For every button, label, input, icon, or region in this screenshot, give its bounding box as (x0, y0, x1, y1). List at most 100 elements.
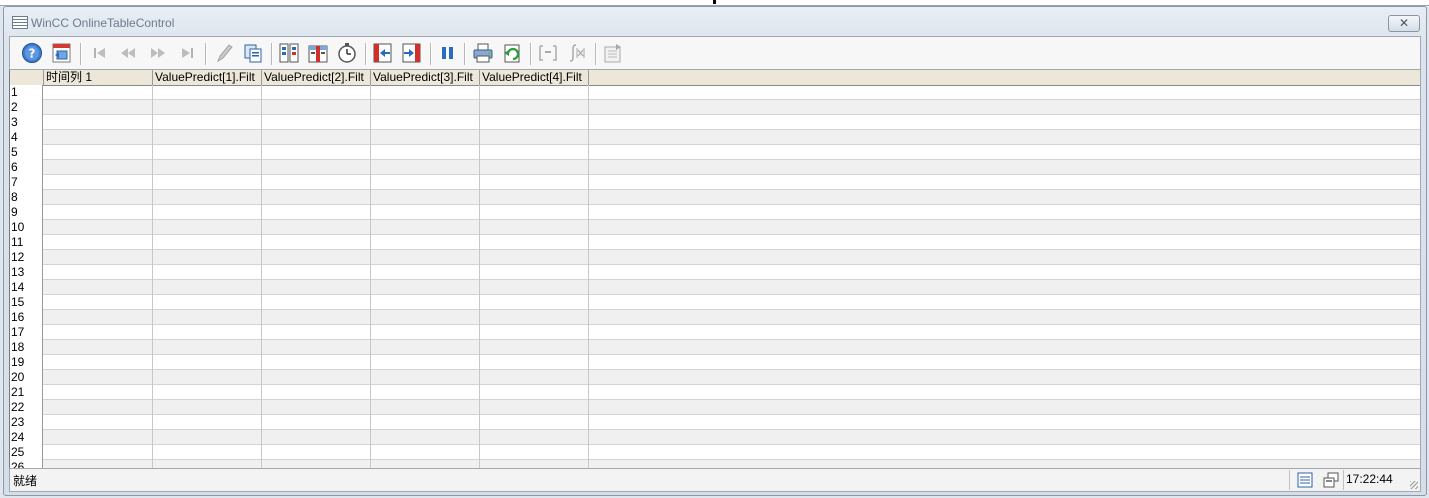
table-row[interactable]: 19 (10, 355, 1420, 370)
export-statistics-button[interactable] (602, 42, 624, 64)
table-row[interactable]: 14 (10, 280, 1420, 295)
row-number[interactable]: 18 (10, 340, 43, 355)
row-number[interactable]: 17 (10, 325, 43, 340)
table-row[interactable]: 25 (10, 445, 1420, 460)
print-button[interactable] (472, 42, 494, 64)
row-number[interactable]: 22 (10, 400, 43, 415)
row-number[interactable]: 19 (10, 355, 43, 370)
table-row[interactable]: 12 (10, 250, 1420, 265)
row-number[interactable]: 23 (10, 415, 43, 430)
row-number[interactable]: 24 (10, 430, 43, 445)
table-row[interactable]: 7 (10, 175, 1420, 190)
configure-dialog-icon (52, 43, 71, 63)
row-number[interactable]: 12 (10, 250, 43, 265)
column-divider (370, 85, 371, 468)
first-record-button[interactable] (89, 42, 111, 64)
row-number[interactable]: 4 (10, 130, 43, 145)
table-row[interactable]: 18 (10, 340, 1420, 355)
table-row[interactable]: 26 (10, 460, 1420, 468)
online-table-control-window: WinCC OnlineTableControl ✕ ? 时间列 1 Value… (3, 6, 1427, 496)
define-statistics-area-button[interactable] (537, 42, 559, 64)
table-row[interactable]: 10 (10, 220, 1420, 235)
status-connection-button[interactable] (1322, 471, 1340, 489)
table-row[interactable]: 1 (10, 85, 1420, 100)
stop-button[interactable] (437, 42, 459, 64)
row-number[interactable]: 3 (10, 115, 43, 130)
previous-column-button[interactable] (372, 42, 394, 64)
row-number[interactable]: 16 (10, 310, 43, 325)
row-number[interactable]: 6 (10, 160, 43, 175)
row-number[interactable]: 15 (10, 295, 43, 310)
title-bar[interactable]: WinCC OnlineTableControl ✕ (4, 7, 1426, 36)
connection-status-icon (1323, 472, 1339, 488)
previous-record-button[interactable] (118, 42, 140, 64)
column-header-value-2[interactable]: ValuePredict[2].Filt (262, 70, 371, 85)
column-header-value-1[interactable]: ValuePredict[1].Filt (153, 70, 262, 85)
calculate-statistics-button[interactable] (566, 42, 588, 64)
row-number[interactable]: 1 (10, 85, 43, 100)
row-number[interactable]: 5 (10, 145, 43, 160)
status-bar: 就绪 17:22:44 (9, 468, 1421, 492)
edit-button[interactable] (213, 42, 235, 64)
table-row[interactable]: 5 (10, 145, 1420, 160)
help-icon: ? (22, 43, 42, 63)
select-data-connection-button[interactable] (278, 42, 300, 64)
row-number[interactable]: 9 (10, 205, 43, 220)
table-row[interactable]: 24 (10, 430, 1420, 445)
edit-icon (216, 44, 233, 63)
next-record-button[interactable] (147, 42, 169, 64)
row-number[interactable]: 25 (10, 445, 43, 460)
row-number[interactable]: 7 (10, 175, 43, 190)
toolbar-separator (430, 43, 432, 65)
table-row[interactable]: 3 (10, 115, 1420, 130)
table-row[interactable]: 15 (10, 295, 1420, 310)
row-number[interactable]: 26 (10, 460, 43, 468)
next-column-button[interactable] (401, 42, 423, 64)
close-button[interactable]: ✕ (1388, 15, 1420, 32)
column-header-value-4[interactable]: ValuePredict[4].Filt (480, 70, 589, 85)
help-button[interactable]: ? (21, 42, 43, 64)
row-number[interactable]: 13 (10, 265, 43, 280)
table-row[interactable]: 13 (10, 265, 1420, 280)
toolbar-separator (271, 43, 273, 65)
table-row[interactable]: 22 (10, 400, 1420, 415)
row-number[interactable]: 8 (10, 190, 43, 205)
configure-dialog-button[interactable] (51, 42, 73, 64)
last-record-button[interactable] (176, 42, 198, 64)
column-divider (261, 85, 262, 468)
toolbar-separator (530, 43, 532, 65)
export-data-button[interactable] (501, 42, 523, 64)
row-number[interactable]: 14 (10, 280, 43, 295)
row-header-corner[interactable] (10, 70, 44, 85)
table-row[interactable]: 11 (10, 235, 1420, 250)
table-row[interactable]: 23 (10, 415, 1420, 430)
column-header-time[interactable]: 时间列 1 (44, 70, 153, 85)
table-row[interactable]: 6 (10, 160, 1420, 175)
select-columns-button[interactable] (307, 42, 329, 64)
table-row[interactable]: 2 (10, 100, 1420, 115)
select-time-range-button[interactable] (336, 42, 358, 64)
row-number[interactable]: 20 (10, 370, 43, 385)
copy-lines-button[interactable] (242, 42, 264, 64)
table-row[interactable]: 16 (10, 310, 1420, 325)
table-row[interactable]: 20 (10, 370, 1420, 385)
table-row[interactable]: 8 (10, 190, 1420, 205)
row-number[interactable]: 2 (10, 100, 43, 115)
select-time-range-icon (338, 43, 356, 63)
export-statistics-icon (604, 44, 621, 63)
table-row[interactable]: 17 (10, 325, 1420, 340)
column-header-value-3[interactable]: ValuePredict[3].Filt (371, 70, 480, 85)
row-number[interactable]: 10 (10, 220, 43, 235)
table-icon (12, 16, 28, 29)
table-row[interactable]: 9 (10, 205, 1420, 220)
resize-grip[interactable] (1410, 481, 1418, 489)
next-record-icon (151, 48, 165, 58)
row-number[interactable]: 11 (10, 235, 43, 250)
status-table-button[interactable] (1296, 471, 1314, 489)
table-row[interactable]: 21 (10, 385, 1420, 400)
close-icon: ✕ (1398, 16, 1410, 30)
window-title: WinCC OnlineTableControl (31, 16, 175, 30)
toolbar-separator (464, 43, 466, 65)
table-row[interactable]: 4 (10, 130, 1420, 145)
row-number[interactable]: 21 (10, 385, 43, 400)
